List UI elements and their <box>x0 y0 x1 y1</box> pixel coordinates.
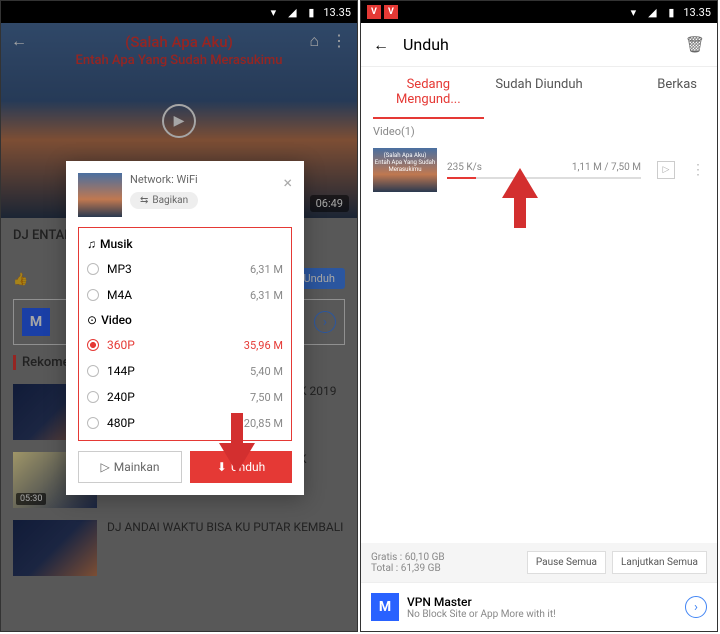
close-icon[interactable]: × <box>283 173 292 192</box>
musik-header: ♫Musik <box>83 232 287 256</box>
signal-icon: ◢ <box>285 5 299 19</box>
page-title: Unduh <box>403 35 449 54</box>
page-header: ← Unduh 🗑 <box>361 23 717 67</box>
more-icon[interactable]: ⋮ <box>691 162 705 178</box>
app-badge-icon: V <box>367 5 381 19</box>
download-item[interactable]: (Salah Apa Aku)Entah Apa Yang Sudah Mera… <box>361 140 717 200</box>
battery-icon: ▮ <box>664 5 678 19</box>
option-mp3[interactable]: MP36,31 M <box>83 256 287 282</box>
video-header: ⊙Video <box>83 308 287 332</box>
vpn-subtitle: No Block Site or App More with it! <box>407 609 677 620</box>
clock: 13.35 <box>323 6 351 19</box>
pause-all-button[interactable]: Pause Semua <box>527 551 606 574</box>
share-icon: ⇆ <box>140 195 148 206</box>
back-icon[interactable]: ← <box>373 35 389 55</box>
option-144p[interactable]: 144P5,40 M <box>83 358 287 384</box>
go-icon[interactable]: › <box>685 596 707 618</box>
app-badge-icon: V <box>384 5 398 19</box>
storage-total: Total : 61,39 GB <box>371 563 445 574</box>
play-icon[interactable]: ▷ <box>657 161 675 179</box>
wifi-icon: ▾ <box>626 5 640 19</box>
download-modal: Network: WiFi ⇆ Bagikan × ♫Musik MP36,31… <box>66 161 304 495</box>
app-icon: M <box>371 593 399 621</box>
group-header: Video(1) <box>361 119 717 140</box>
share-button[interactable]: ⇆ Bagikan <box>130 192 198 209</box>
resume-all-button[interactable]: Lanjutkan Semua <box>612 551 707 574</box>
tab-downloading[interactable]: Sedang Mengund... <box>373 67 484 119</box>
video-icon: ⊙ <box>87 313 97 327</box>
annotation-arrow <box>502 168 538 228</box>
battery-icon: ▮ <box>304 5 318 19</box>
clock: 13.35 <box>683 6 711 19</box>
progress-bar <box>447 177 641 179</box>
statusbar: ▾ ◢ ▮ 13.35 <box>1 1 357 23</box>
thumbnail: (Salah Apa Aku)Entah Apa Yang Sudah Mera… <box>373 148 437 192</box>
wifi-icon: ▾ <box>266 5 280 19</box>
vpn-promo[interactable]: M VPN Master No Block Site or App More w… <box>361 582 717 631</box>
trash-icon[interactable]: 🗑 <box>685 35 705 54</box>
statusbar: V V ▾ ◢ ▮ 13.35 <box>361 1 717 23</box>
quality-options: ♫Musik MP36,31 M M4A6,31 M ⊙Video 360P35… <box>78 227 292 441</box>
annotation-arrow <box>219 413 255 473</box>
tab-files[interactable]: Berkas <box>594 67 705 119</box>
play-button[interactable]: ▷Mainkan <box>78 451 182 483</box>
option-m4a[interactable]: M4A6,31 M <box>83 282 287 308</box>
tab-downloaded[interactable]: Sudah Diunduh <box>484 67 595 119</box>
option-480p[interactable]: 480P20,85 M <box>83 410 287 436</box>
storage-free: Gratis : 60,10 GB <box>371 552 445 563</box>
signal-icon: ◢ <box>645 5 659 19</box>
download-progress-text: 1,11 M / 7,50 M <box>572 162 641 173</box>
download-speed: 235 K/s <box>447 162 482 173</box>
option-360p[interactable]: 360P35,96 M <box>83 332 287 358</box>
music-icon: ♫ <box>87 237 96 251</box>
modal-thumbnail <box>78 173 122 217</box>
vpn-title: VPN Master <box>407 595 677 609</box>
tabs: Sedang Mengund... Sudah Diunduh Berkas <box>361 67 717 119</box>
storage-bar: Gratis : 60,10 GB Total : 61,39 GB Pause… <box>361 543 717 582</box>
option-240p[interactable]: 240P7,50 M <box>83 384 287 410</box>
play-icon: ▷ <box>100 460 109 474</box>
network-label: Network: WiFi <box>130 173 275 186</box>
